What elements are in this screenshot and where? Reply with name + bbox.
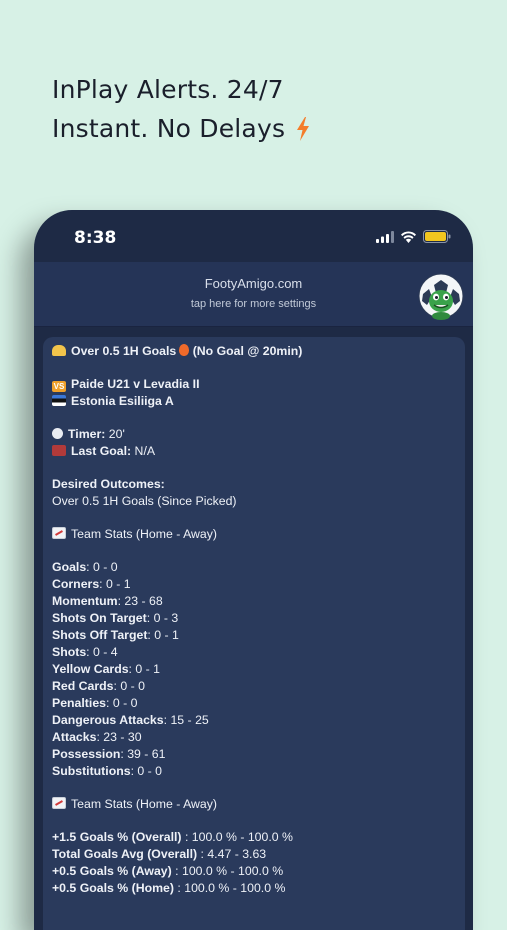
stat-value: : 0 - 4 [86, 645, 118, 659]
settings-link[interactable]: tap here for more settings [34, 298, 473, 310]
stat-value: : 23 - 30 [96, 730, 142, 744]
stat-row: Shots: 0 - 4 [52, 644, 465, 661]
desired-value: Over 0.5 1H Goals (Since Picked) [52, 494, 237, 508]
phone-frame: 8:38 FootyAmigo.com tap here for more se… [34, 210, 473, 930]
stat-label: Goals [52, 560, 87, 574]
stat-label: Red Cards [52, 679, 114, 693]
stat-value: : 23 - 68 [117, 594, 163, 608]
promo-line-2-text: Instant. No Delays [52, 114, 286, 143]
alert-card: Over 0.5 1H Goals (No Goal @ 20min) VS Pa… [43, 337, 465, 930]
team-stats-heading-2-text: Team Stats (Home - Away) [71, 797, 218, 811]
status-icons [376, 230, 451, 248]
stat-value: : 0 - 0 [106, 696, 138, 710]
stat-value: : 0 - 0 [113, 679, 145, 693]
team-stats-heading: Team Stats (Home - Away) [52, 526, 465, 543]
stat-row: Penalties: 0 - 0 [52, 695, 465, 712]
stat-row: Corners: 0 - 1 [52, 576, 465, 593]
desired-label-text: Desired Outcomes: [52, 477, 165, 491]
goal-net-icon [52, 445, 66, 456]
stat-row: Possession: 39 - 61 [52, 746, 465, 763]
bell-icon [52, 345, 66, 356]
wifi-icon [400, 230, 417, 248]
league-line: Estonia Esiliiga A [52, 393, 465, 410]
timer-line: Timer: 20' [52, 426, 465, 443]
promo-headline: InPlay Alerts. 24/7 Instant. No Delays [52, 70, 311, 152]
match-line: VS Paide U21 v Levadia II [52, 376, 465, 393]
alert-title: Over 0.5 1H Goals [71, 344, 177, 358]
stat-label: +0.5 Goals % (Home) [52, 881, 174, 895]
signal-icon [376, 230, 394, 248]
stat-label: Shots Off Target [52, 628, 148, 642]
stat-row: Goals: 0 - 0 [52, 559, 465, 576]
stat-row: +1.5 Goals % (Overall) : 100.0 % - 100.0… [52, 829, 465, 846]
stat-row: Red Cards: 0 - 0 [52, 678, 465, 695]
team-percent-stats-list: +1.5 Goals % (Overall) : 100.0 % - 100.0… [52, 829, 465, 897]
match-name: Paide U21 v Levadia II [71, 377, 200, 391]
stat-value: : 0 - 1 [99, 577, 131, 591]
stat-row: Substitutions: 0 - 0 [52, 763, 465, 780]
stat-value: : 0 - 1 [147, 628, 179, 642]
footyamigo-mascot-logo[interactable] [417, 272, 465, 320]
team-stats-heading-text: Team Stats (Home - Away) [71, 527, 218, 541]
stat-label: Corners [52, 577, 100, 591]
stat-label: Dangerous Attacks [52, 713, 164, 727]
lightning-bolt-icon [295, 113, 311, 152]
stat-value: : 100.0 % - 100.0 % [173, 881, 286, 895]
alert-title-suffix: (No Goal @ 20min) [192, 344, 303, 358]
vs-icon: VS [52, 381, 66, 392]
stat-label: Attacks [52, 730, 97, 744]
stat-label: Shots [52, 645, 87, 659]
stat-label: Possession [52, 747, 121, 761]
estonia-flag-icon [52, 395, 66, 406]
stat-label: +1.5 Goals % (Overall) [52, 830, 182, 844]
team-stats-list: Goals: 0 - 0 Corners: 0 - 1 Momentum: 23 -… [52, 559, 465, 780]
timer-value: 20' [105, 427, 125, 441]
battery-icon [423, 230, 451, 248]
stat-row: Shots On Target: 0 - 3 [52, 610, 465, 627]
stat-value: : 100.0 % - 100.0 % [181, 830, 293, 844]
stat-value: : 100.0 % - 100.0 % [171, 864, 284, 878]
stat-label: Shots On Target [52, 611, 147, 625]
status-bar: 8:38 [34, 210, 473, 262]
team-stats-heading-2: Team Stats (Home - Away) [52, 796, 465, 813]
stat-row: +0.5 Goals % (Away) : 100.0 % - 100.0 % [52, 863, 465, 880]
stat-label: Substitutions [52, 764, 131, 778]
timer-label: Timer: [68, 427, 106, 441]
site-title[interactable]: FootyAmigo.com [34, 276, 473, 291]
stat-row: Yellow Cards: 0 - 1 [52, 661, 465, 678]
stat-label: Yellow Cards [52, 662, 129, 676]
stat-value: : 15 - 25 [163, 713, 209, 727]
stat-label: Total Goals Avg (Overall) [52, 847, 198, 861]
last-goal-value: N/A [131, 444, 156, 458]
stat-value: : 0 - 0 [130, 764, 163, 778]
chart-icon [52, 797, 66, 809]
stat-label: +0.5 Goals % (Away) [52, 864, 172, 878]
stopwatch-icon [52, 428, 63, 439]
stat-row: Dangerous Attacks: 15 - 25 [52, 712, 465, 729]
stat-value: : 0 - 0 [86, 560, 118, 574]
last-goal-line: Last Goal: N/A [52, 443, 465, 460]
stat-row: Total Goals Avg (Overall) : 4.47 - 3.63 [52, 846, 465, 863]
fire-icon [179, 344, 190, 356]
chart-icon [52, 527, 66, 539]
stat-value: : 0 - 3 [146, 611, 179, 625]
league-name: Estonia Esiliiga A [71, 394, 174, 408]
stat-row: Attacks: 23 - 30 [52, 729, 465, 746]
stat-row: Momentum: 23 - 68 [52, 593, 465, 610]
last-goal-label: Last Goal: [71, 444, 132, 458]
promo-line-1: InPlay Alerts. 24/7 [52, 75, 284, 104]
status-time: 8:38 [74, 228, 117, 248]
promo-line-2: Instant. No Delays [52, 109, 311, 152]
alert-title-line: Over 0.5 1H Goals (No Goal @ 20min) [52, 343, 465, 360]
stat-row: Shots Off Target: 0 - 1 [52, 627, 465, 644]
stat-label: Momentum [52, 594, 118, 608]
stat-row: +0.5 Goals % (Home) : 100.0 % - 100.0 % [52, 880, 465, 897]
stat-value: : 4.47 - 3.63 [197, 847, 267, 861]
stat-label: Penalties [52, 696, 106, 710]
stat-value: : 39 - 61 [120, 747, 166, 761]
app-header[interactable]: FootyAmigo.com tap here for more setting… [34, 262, 473, 327]
stat-value: : 0 - 1 [128, 662, 160, 676]
desired-label: Desired Outcomes: [52, 476, 465, 493]
